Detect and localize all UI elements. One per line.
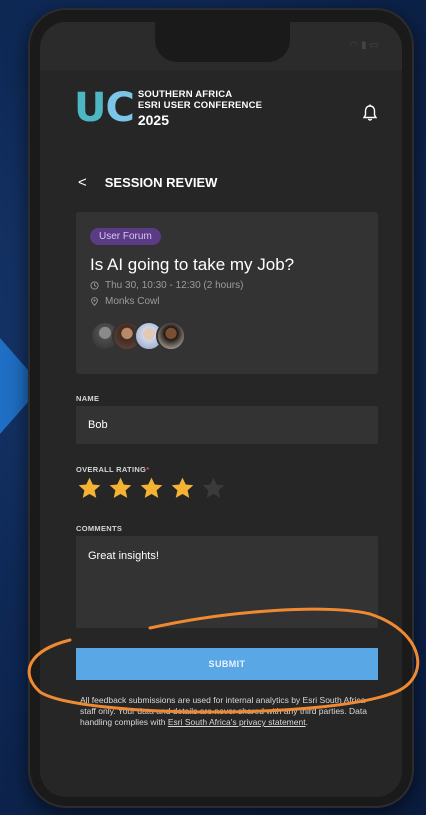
speaker-avatar[interactable] bbox=[156, 321, 186, 351]
privacy-disclaimer: All feedback submissions are used for in… bbox=[80, 695, 376, 728]
logo-text: SOUTHERN AFRICA ESRI USER CONFERENCE 202… bbox=[138, 89, 262, 128]
session-location-text: Monks Cowl bbox=[105, 296, 160, 307]
back-button[interactable]: < bbox=[78, 174, 87, 191]
comments-textarea[interactable]: Great insights! bbox=[76, 536, 378, 628]
required-mark: * bbox=[146, 465, 150, 474]
page-title: SESSION REVIEW bbox=[104, 175, 218, 190]
star-icon[interactable] bbox=[108, 476, 133, 501]
logo-year: 2025 bbox=[137, 111, 169, 128]
logo-letter-u: U bbox=[74, 85, 107, 131]
submit-button[interactable]: SUBMIT bbox=[76, 648, 378, 680]
name-input[interactable]: Bob bbox=[76, 406, 378, 444]
disclaimer-end: . bbox=[305, 717, 308, 727]
star-icon[interactable] bbox=[139, 476, 164, 501]
clock-icon bbox=[90, 281, 99, 290]
bell-icon[interactable] bbox=[362, 104, 378, 122]
session-time: Thu 30, 10:30 - 12:30 (2 hours) bbox=[90, 280, 364, 291]
comments-label: COMMENTS bbox=[76, 524, 123, 533]
name-label: NAME bbox=[76, 394, 100, 403]
star-icon[interactable] bbox=[201, 476, 226, 501]
status-icons: ◠▮▭ bbox=[349, 40, 382, 51]
session-type-badge: User Forum bbox=[90, 228, 161, 245]
location-icon bbox=[91, 297, 98, 306]
star-icon[interactable] bbox=[170, 476, 195, 501]
page-header: < SESSION REVIEW bbox=[78, 174, 217, 191]
speaker-avatars bbox=[90, 321, 364, 351]
privacy-statement-link[interactable]: Esri South Africa's privacy statement bbox=[168, 717, 306, 727]
logo-letter-c: C bbox=[105, 85, 134, 131]
star-icon[interactable] bbox=[77, 476, 102, 501]
phone-notch bbox=[155, 22, 290, 62]
rating-label: OVERALL RATING* bbox=[76, 465, 149, 474]
logo-region: SOUTHERN AFRICA bbox=[137, 88, 233, 100]
session-card: User Forum Is AI going to take my Job? T… bbox=[76, 212, 378, 374]
session-time-text: Thu 30, 10:30 - 12:30 (2 hours) bbox=[105, 280, 244, 291]
status-bar: ◠▮▭ bbox=[40, 22, 402, 70]
uc-logo-mark: UC bbox=[74, 85, 135, 131]
phone-frame: ◠▮▭ UC SOUTHERN AFRICA ESRI USER CONFERE… bbox=[28, 8, 414, 808]
conference-logo: UC SOUTHERN AFRICA ESRI USER CONFERENCE … bbox=[74, 88, 262, 128]
wifi-icon: ◠ bbox=[349, 40, 362, 51]
star-rating[interactable] bbox=[77, 476, 226, 501]
rating-label-text: OVERALL RATING bbox=[76, 465, 147, 474]
battery-icon: ▭ bbox=[369, 40, 382, 51]
logo-conference-name: ESRI USER CONFERENCE bbox=[137, 99, 263, 111]
app-screen: ◠▮▭ UC SOUTHERN AFRICA ESRI USER CONFERE… bbox=[40, 22, 402, 797]
session-title: Is AI going to take my Job? bbox=[90, 255, 295, 274]
session-location: Monks Cowl bbox=[90, 296, 364, 307]
signal-icon: ▮ bbox=[361, 40, 370, 51]
